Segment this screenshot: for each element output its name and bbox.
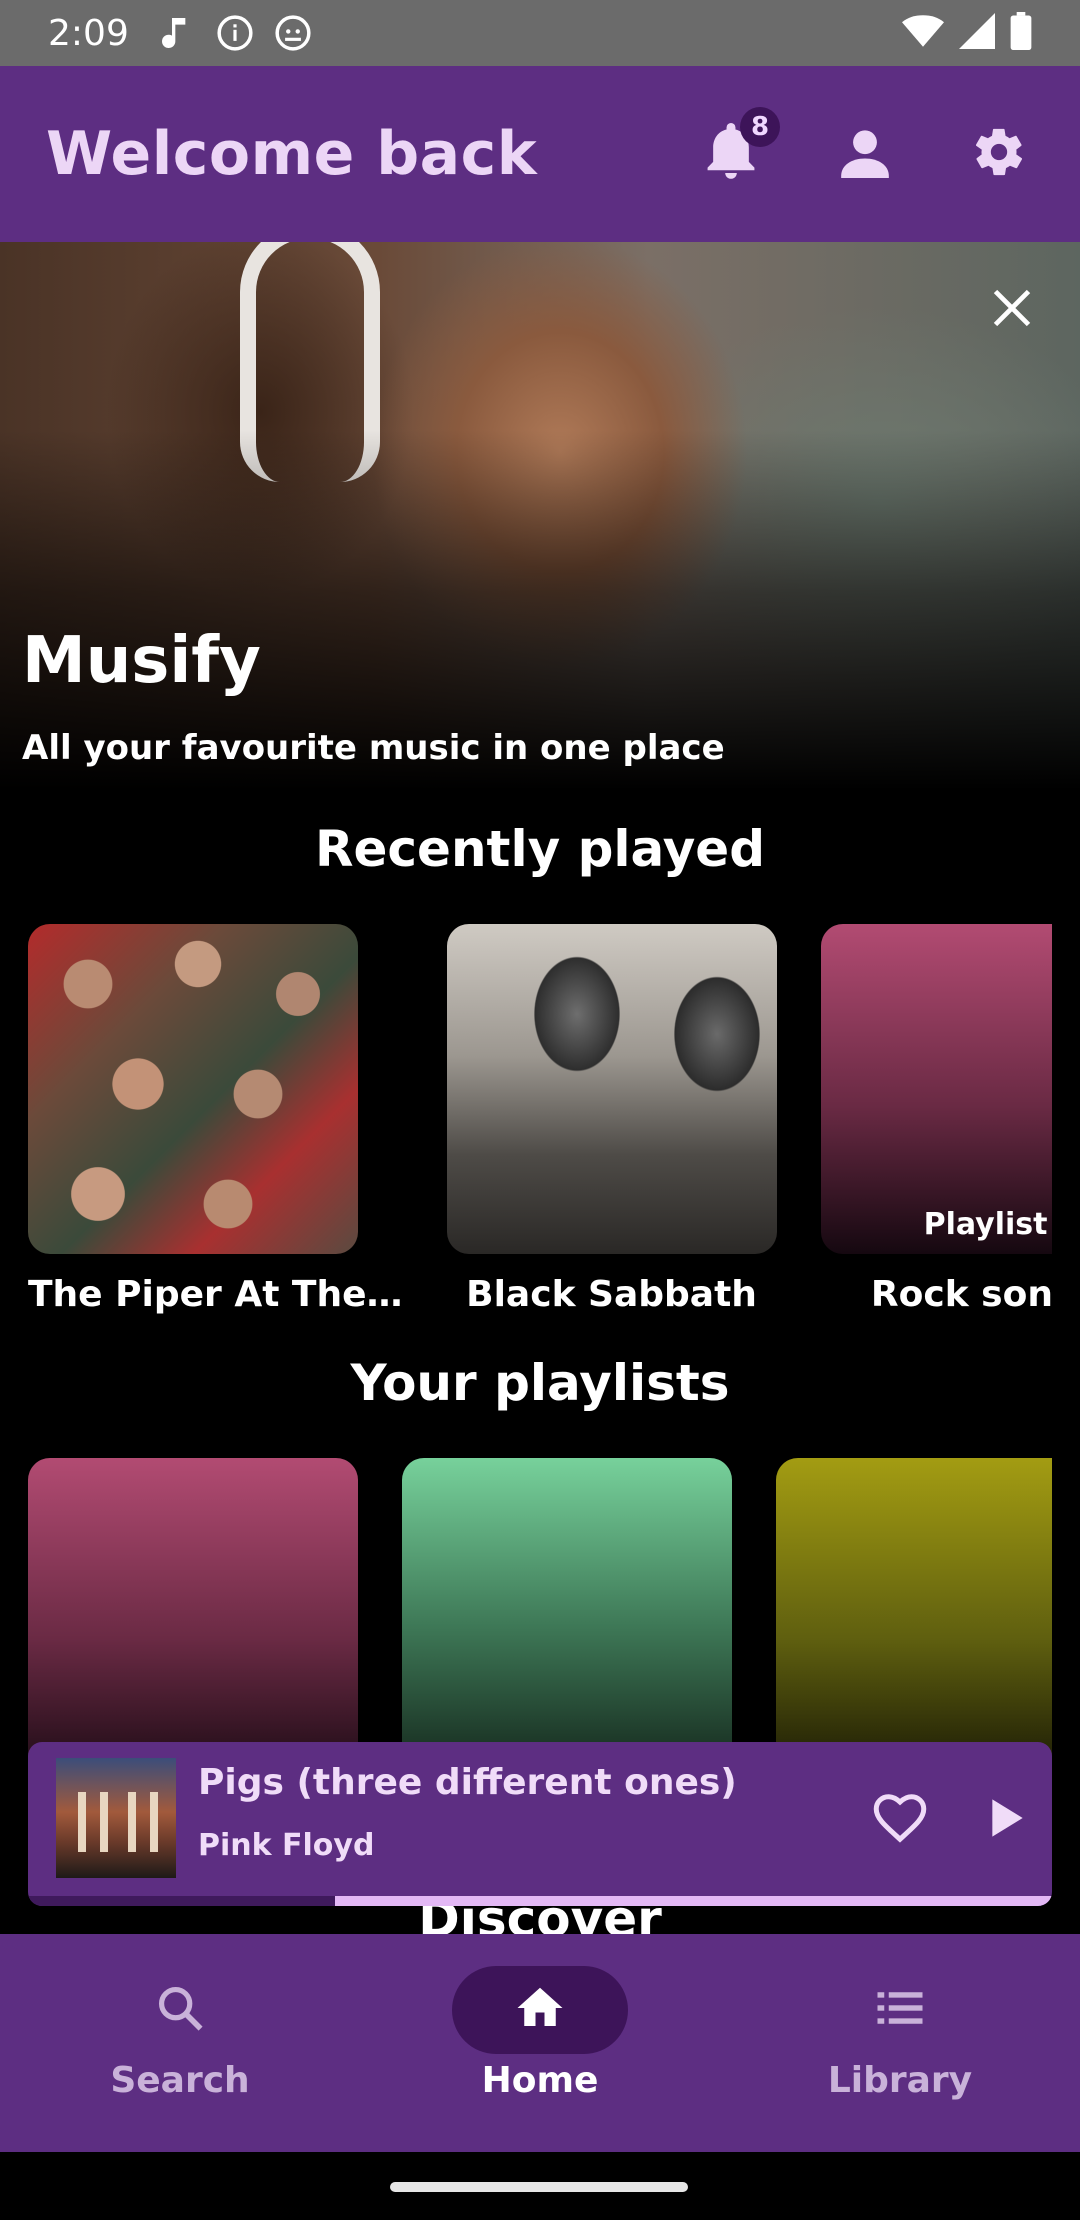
playlist-tag: Playlist xyxy=(923,1207,1048,1242)
hero-subtitle: All your favourite music in one place xyxy=(22,728,725,768)
playback-progress-fill xyxy=(335,1896,1052,1906)
search-icon xyxy=(154,1982,206,2038)
like-button[interactable] xyxy=(870,1788,930,1848)
signal-icon xyxy=(958,13,996,53)
close-icon xyxy=(990,286,1034,334)
play-button[interactable] xyxy=(976,1790,1032,1846)
now-playing-cover xyxy=(56,1758,176,1878)
card-label: Rock songs xyxy=(870,1274,1052,1315)
nav-item-library[interactable]: Library xyxy=(720,1934,1080,2152)
notification-badge: 8 xyxy=(740,107,780,147)
battery-icon xyxy=(1010,12,1032,54)
card-label: The Piper At The… xyxy=(28,1274,403,1315)
wifi-icon xyxy=(902,13,944,53)
close-banner-button[interactable] xyxy=(984,282,1040,338)
music-note-icon xyxy=(157,13,197,53)
playlist-cover xyxy=(28,1458,358,1788)
info-icon xyxy=(215,13,255,53)
now-playing-artist: Pink Floyd xyxy=(198,1828,375,1863)
home-gesture-handle[interactable] xyxy=(390,2182,688,2192)
recently-played-title: Recently played xyxy=(314,820,766,878)
playlist-card[interactable] xyxy=(776,1458,1052,1788)
nav-label: Home xyxy=(481,2060,599,2101)
recent-card-rock-songs[interactable]: Playlist Rock songs xyxy=(820,924,1052,1315)
artist-photo xyxy=(446,924,777,1254)
heart-icon xyxy=(870,1794,930,1852)
card-label: Black Sabbath xyxy=(466,1274,757,1315)
playback-progress[interactable] xyxy=(28,1896,1052,1906)
home-icon xyxy=(513,1981,567,2039)
status-time: 2:09 xyxy=(48,12,129,54)
hero-banner: Musify All your favourite music in one p… xyxy=(0,242,1080,790)
playlist-card[interactable] xyxy=(28,1458,358,1788)
settings-button[interactable] xyxy=(970,125,1028,183)
playlist-cover xyxy=(402,1458,732,1788)
nav-item-search[interactable]: Search xyxy=(0,1934,360,2152)
playlist-cover xyxy=(776,1458,1052,1788)
status-bar: 2:09 xyxy=(0,0,1080,66)
mini-player[interactable]: Pigs (three different ones) Pink Floyd xyxy=(28,1742,1052,1906)
nav-label: Library xyxy=(827,2060,973,2101)
bottom-navigation: Search Home Library xyxy=(0,1934,1080,2152)
your-playlists-title: Your playlists xyxy=(350,1354,730,1412)
recent-card-black-sabbath[interactable]: Black Sabbath xyxy=(446,924,777,1315)
album-cover xyxy=(28,924,358,1254)
account-icon xyxy=(839,126,891,182)
library-icon xyxy=(873,1981,927,2039)
app-bar: Welcome back 8 xyxy=(0,66,1080,242)
notifications-button[interactable]: 8 xyxy=(702,107,780,183)
android-icon xyxy=(273,13,313,53)
play-icon xyxy=(976,1799,1032,1850)
nav-item-home[interactable]: Home xyxy=(360,1934,720,2152)
settings-icon xyxy=(971,124,1027,184)
now-playing-title: Pigs (three different ones) xyxy=(198,1762,737,1803)
page-title: Welcome back xyxy=(46,119,538,189)
gesture-area xyxy=(0,2152,1080,2220)
account-button[interactable] xyxy=(836,125,894,183)
recent-card-piper[interactable]: The Piper At The… xyxy=(28,924,403,1315)
playlists-list xyxy=(28,1458,1052,1788)
hero-title: Musify xyxy=(22,624,261,698)
playlist-card[interactable] xyxy=(402,1458,732,1788)
nav-label: Search xyxy=(110,2060,250,2101)
playlist-cover: Playlist xyxy=(820,924,1052,1254)
recently-played-list: The Piper At The… Black Sabbath Playlist… xyxy=(28,924,1052,1315)
